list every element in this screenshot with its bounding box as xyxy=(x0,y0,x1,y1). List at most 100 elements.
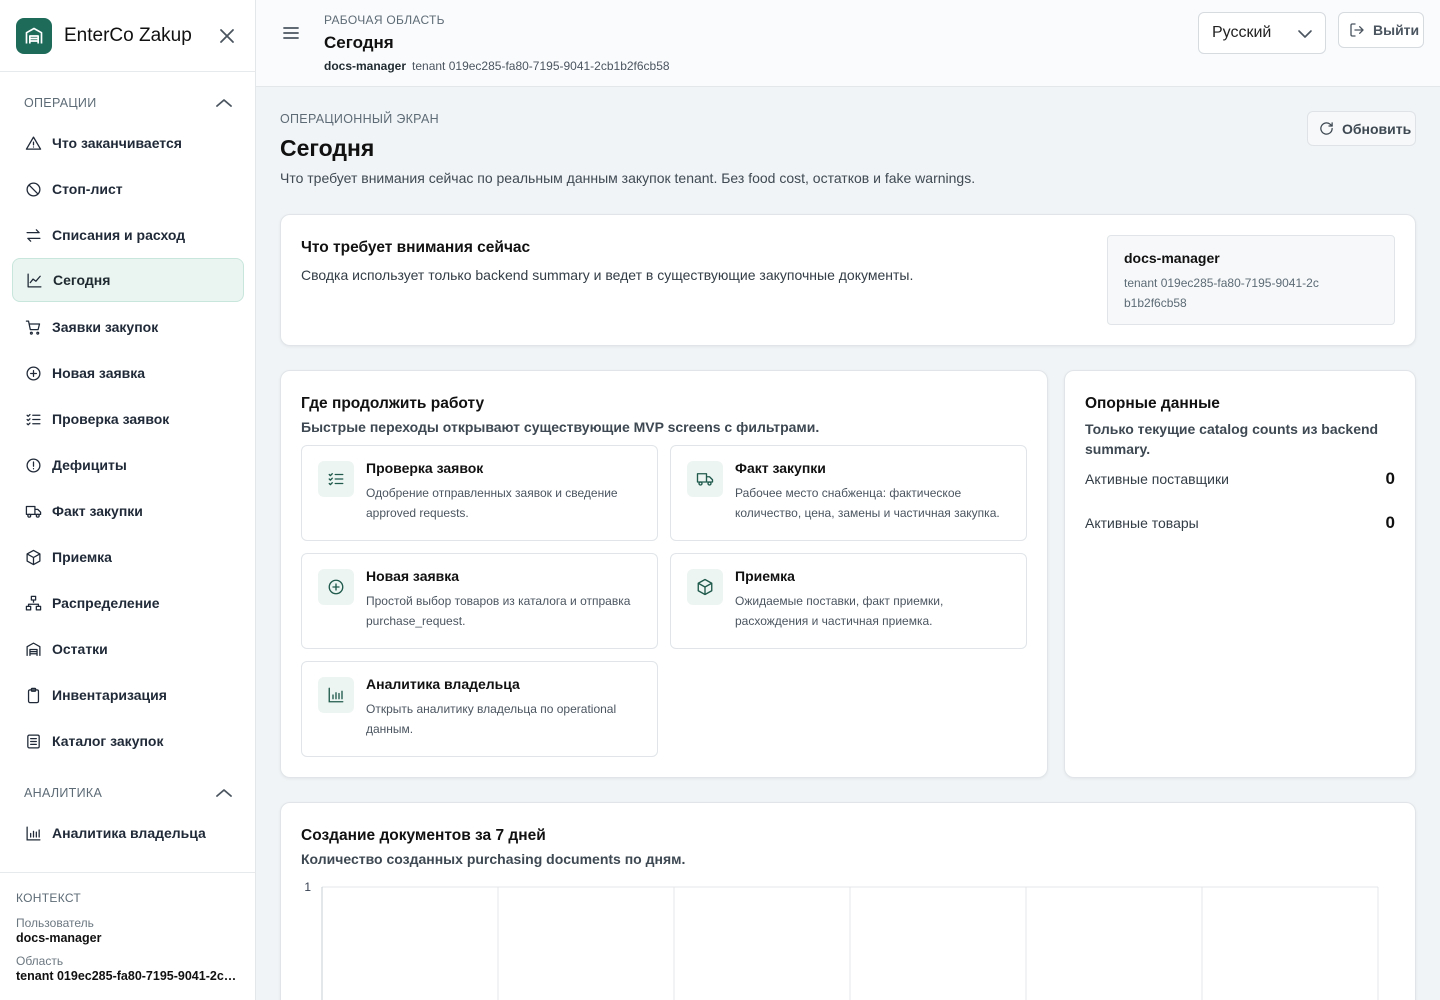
sidebar-item-label: Инвентаризация xyxy=(52,687,167,703)
sidebar-item-new-request[interactable]: Новая заявка xyxy=(12,351,244,395)
sidebar-item-label: Проверка заявок xyxy=(52,411,170,427)
tile-title: Новая заявка xyxy=(366,568,460,584)
context-user-value: docs-manager xyxy=(16,931,102,945)
tenant-user: docs-manager xyxy=(1124,250,1220,266)
context-area-label: Область xyxy=(16,954,64,968)
workspace-eyebrow: РАБОЧАЯ ОБЛАСТЬ xyxy=(324,13,445,27)
tile-owner-analytics[interactable]: Аналитика владельца Открыть аналитику вл… xyxy=(301,661,658,757)
sidebar-item-deficits[interactable]: Дефициты xyxy=(12,443,244,487)
sidebar-item-label: Распределение xyxy=(52,595,160,611)
tile-description: Ожидаемые поставки, факт приемки, расхож… xyxy=(735,594,944,628)
reference-row-suppliers: Активные поставщики 0 xyxy=(1085,469,1395,489)
sidebar-item-label: Стоп-лист xyxy=(52,181,123,197)
page-title: Сегодня xyxy=(280,135,375,161)
sidebar-item-label: Факт закупки xyxy=(52,503,143,519)
bar-chart-icon xyxy=(318,677,354,713)
sidebar-item-label: Списания и расход xyxy=(52,227,186,243)
sidebar-item-stop-list[interactable]: Стоп-лист xyxy=(12,167,244,211)
logout-button[interactable]: Выйти xyxy=(1338,12,1424,48)
plus-circle-icon xyxy=(318,569,354,605)
section-operations-label: ОПЕРАЦИИ xyxy=(24,96,97,110)
sidebar-item-label: Остатки xyxy=(52,641,108,657)
y-tick-label: 1 xyxy=(304,880,311,894)
sidebar-item-label: Заявки закупок xyxy=(52,319,159,335)
bar-chart-icon xyxy=(24,824,42,842)
sidebar-item-inventory[interactable]: Инвентаризация xyxy=(12,673,244,717)
trend-chart-icon xyxy=(25,271,43,289)
sidebar-item-label: Новая заявка xyxy=(52,365,146,381)
sidebar-item-label: Приемка xyxy=(52,549,112,565)
chevron-down-icon xyxy=(1298,30,1312,38)
reference-row-products: Активные товары 0 xyxy=(1085,513,1395,533)
plus-circle-icon xyxy=(24,364,42,382)
tile-review-requests[interactable]: Проверка заявок Одобрение отправленных з… xyxy=(301,445,658,541)
refresh-button[interactable]: Обновить xyxy=(1307,111,1416,146)
workspace-title: Сегодня xyxy=(324,33,394,52)
logout-label: Выйти xyxy=(1373,22,1420,38)
menu-button[interactable] xyxy=(282,24,302,44)
continue-subtitle: Быстрые переходы открывают существующие … xyxy=(301,419,820,435)
clipboard-icon xyxy=(24,686,42,704)
sidebar-item-purchase-requests[interactable]: Заявки закупок xyxy=(12,305,244,349)
reference-subtitle: Только текущие catalog counts из backend… xyxy=(1085,421,1379,457)
chevron-up-icon xyxy=(216,99,232,107)
close-icon xyxy=(220,28,234,43)
sidebar-item-owner-analytics[interactable]: Аналитика владельца xyxy=(12,811,244,855)
ban-icon xyxy=(24,180,42,198)
close-sidebar-button[interactable] xyxy=(215,24,239,48)
reference-value: 0 xyxy=(1385,469,1395,488)
hamburger-icon xyxy=(283,27,299,39)
app-title: EnterCo Zakup xyxy=(64,24,192,46)
attention-subtitle: Сводка использует только backend summary… xyxy=(301,267,914,283)
workspace-tenant: tenant 019ec285-fa80-7195-9041-2cb1b2f6c… xyxy=(412,59,670,73)
section-analytics[interactable]: АНАЛИТИКА xyxy=(0,780,256,806)
sidebar-item-receiving[interactable]: Приемка xyxy=(12,535,244,579)
sidebar-item-label: Сегодня xyxy=(53,272,111,288)
box-icon xyxy=(24,548,42,566)
reference-label: Активные поставщики xyxy=(1085,471,1229,487)
warehouse-logo-icon xyxy=(16,17,52,54)
tile-description: Одобрение отправленных заявок и сведение… xyxy=(366,486,618,520)
context-user-label: Пользователь xyxy=(16,916,94,930)
sidebar-item-label: Что заканчивается xyxy=(52,135,182,151)
truck-icon xyxy=(24,502,42,520)
sidebar-context: КОНТЕКСТ Пользователь docs-manager Облас… xyxy=(0,872,255,1000)
sidebar-item-review-requests[interactable]: Проверка заявок xyxy=(12,397,244,441)
language-select[interactable]: Русский xyxy=(1198,12,1326,54)
workspace-user: docs-manager xyxy=(324,59,407,73)
logout-icon xyxy=(1350,23,1364,37)
language-value: Русский xyxy=(1212,24,1272,41)
catalog-icon xyxy=(24,732,42,750)
continue-work-card: Где продолжить работу Быстрые переходы о… xyxy=(280,370,1048,778)
sidebar-item-stock[interactable]: Остатки xyxy=(12,627,244,671)
tile-description: Простой выбор товаров из каталога и отпр… xyxy=(366,594,631,628)
tile-receiving[interactable]: Приемка Ожидаемые поставки, факт приемки… xyxy=(670,553,1027,649)
tenant-info-box: docs-manager tenant 019ec285-fa80-7195-9… xyxy=(1107,235,1395,325)
reference-value: 0 xyxy=(1385,513,1395,532)
tile-title: Приемка xyxy=(735,568,795,584)
tile-purchase-fact[interactable]: Факт закупки Рабочее место снабженца: фа… xyxy=(670,445,1027,541)
sidebar-item-writeoffs[interactable]: Списания и расход xyxy=(12,213,244,257)
sidebar-item-running-out[interactable]: Что заканчивается xyxy=(12,121,244,165)
continue-title: Где продолжить работу xyxy=(301,395,485,412)
warning-icon xyxy=(24,134,42,152)
checklist-icon xyxy=(24,410,42,428)
tile-new-request[interactable]: Новая заявка Простой выбор товаров из ка… xyxy=(301,553,658,649)
sidebar-item-purchase-fact[interactable]: Факт закупки xyxy=(12,489,244,533)
sidebar-item-today[interactable]: Сегодня xyxy=(12,258,244,302)
tile-description: Рабочее место снабженца: фактическое кол… xyxy=(735,486,1000,520)
brand-header: EnterCo Zakup xyxy=(0,0,255,72)
sidebar-item-catalog[interactable]: Каталог закупок xyxy=(12,719,244,763)
section-operations[interactable]: ОПЕРАЦИИ xyxy=(0,90,256,116)
page-eyebrow: ОПЕРАЦИОННЫЙ ЭКРАН xyxy=(280,112,439,126)
sidebar-item-distribution[interactable]: Распределение xyxy=(12,581,244,625)
sidebar-item-label: Дефициты xyxy=(52,457,127,473)
refresh-icon xyxy=(1320,122,1333,135)
topbar: РАБОЧАЯ ОБЛАСТЬ Сегодня docs-manager tena… xyxy=(256,0,1440,87)
chart-plot: 1 xyxy=(304,880,1379,1000)
reference-title: Опорные данные xyxy=(1085,395,1220,412)
reference-data-card: Опорные данные Только текущие catalog co… xyxy=(1064,370,1416,778)
tenant-id: tenant 019ec285-fa80-7195-9041-2cb1b2f6c… xyxy=(1124,276,1319,310)
documents-chart-card: Создание документов за 7 дней Количество… xyxy=(280,802,1416,1000)
page-description: Что требует внимания сейчас по реальным … xyxy=(280,170,976,186)
